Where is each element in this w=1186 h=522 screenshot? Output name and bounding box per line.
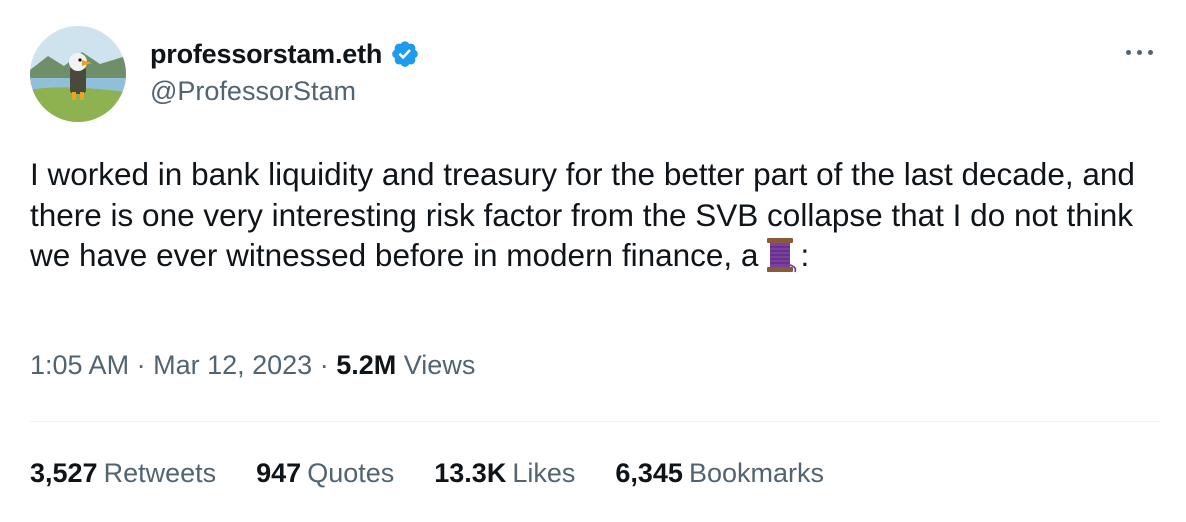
stat-retweets[interactable]: 3,527 Retweets <box>30 458 216 489</box>
stat-quotes[interactable]: 947 Quotes <box>256 458 394 489</box>
tweet-text: I worked in bank liquidity and treasury … <box>30 154 1150 276</box>
stat-label: Likes <box>512 458 576 488</box>
stat-bookmarks[interactable]: 6,345 Bookmarks <box>615 458 824 489</box>
author-name-row: professorstam.eth <box>150 34 420 74</box>
views-count: 5.2M <box>336 350 397 380</box>
stat-label: Bookmarks <box>688 458 824 488</box>
stat-count: 6,345 <box>615 458 683 488</box>
author-handle[interactable]: @ProfessorStam <box>150 76 356 107</box>
views-label: Views <box>403 350 476 380</box>
divider <box>30 421 1161 422</box>
stat-likes[interactable]: 13.3K Likes <box>434 458 575 489</box>
verified-badge-icon[interactable] <box>390 39 420 69</box>
views-link[interactable]: 5.2M Views <box>336 350 475 380</box>
tweet-date[interactable]: Mar 12, 2023 <box>153 350 312 380</box>
tweet-time[interactable]: 1:05 AM <box>30 350 129 380</box>
tweet-text-body: I worked in bank liquidity and treasury … <box>30 156 1135 273</box>
meta-separator: · <box>319 350 329 380</box>
more-horizontal-icon[interactable] <box>1122 38 1158 66</box>
tweet-stats: 3,527 Retweets 947 Quotes 13.3K Likes 6,345… <box>30 458 864 489</box>
avatar[interactable] <box>30 26 126 122</box>
tweet-card: professorstam.eth @ProfessorStam I worke… <box>0 0 1186 522</box>
tweet-meta: 1:05 AM · Mar 12, 2023 · 5.2M Views <box>30 350 475 381</box>
stat-label: Retweets <box>103 458 217 488</box>
meta-separator: · <box>136 350 146 380</box>
stat-label: Quotes <box>307 458 395 488</box>
stat-count: 3,527 <box>30 458 98 488</box>
tweet-text-end: : <box>800 237 810 273</box>
thread-spool-emoji-icon <box>764 237 798 273</box>
author-display-name[interactable]: professorstam.eth <box>150 39 382 70</box>
stat-count: 13.3K <box>434 458 507 488</box>
avatar-image <box>30 26 126 122</box>
stat-count: 947 <box>256 458 302 488</box>
